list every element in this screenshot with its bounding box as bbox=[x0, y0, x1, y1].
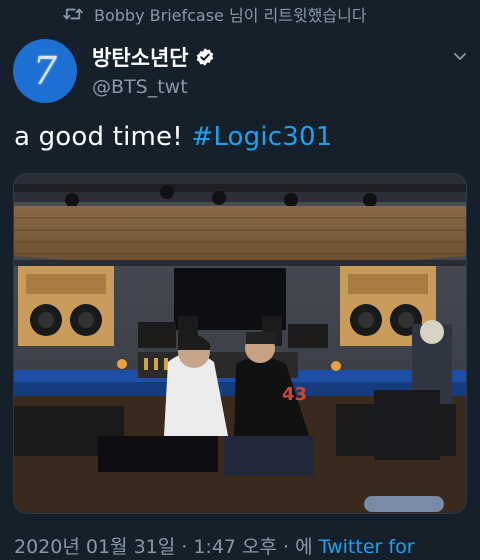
tweet-media-photo[interactable]: 43 bbox=[13, 173, 467, 514]
author-name-row[interactable]: 방탄소년단 bbox=[92, 42, 215, 72]
timestamp-text: 2020년 01월 31일 · 1:47 오후 · 에 bbox=[14, 536, 319, 558]
retweet-text: Bobby Briefcase 님이 리트윗했습니다 bbox=[94, 6, 367, 25]
verified-badge-icon bbox=[195, 47, 215, 67]
tweet-timestamp: 2020년 01월 31일 · 1:47 오후 · 에 Twitter for bbox=[14, 532, 415, 559]
studio-photo: 43 bbox=[14, 174, 466, 513]
avatar[interactable]: 7 bbox=[13, 39, 77, 103]
chevron-down-icon[interactable] bbox=[452, 48, 468, 64]
tweet-text: a good time! #Logic301 bbox=[14, 122, 333, 152]
retweet-icon bbox=[62, 6, 84, 22]
author-handle[interactable]: @BTS_twt bbox=[92, 76, 188, 98]
avatar-glyph: 7 bbox=[32, 49, 58, 93]
hashtag-link[interactable]: #Logic301 bbox=[191, 122, 332, 152]
tweet-body: a good time! bbox=[14, 122, 192, 152]
client-link[interactable]: Twitter for bbox=[319, 536, 415, 558]
retweet-context[interactable]: Bobby Briefcase 님이 리트윗했습니다 bbox=[62, 2, 367, 26]
svg-text:43: 43 bbox=[282, 384, 307, 405]
author-name: 방탄소년단 bbox=[92, 46, 189, 70]
